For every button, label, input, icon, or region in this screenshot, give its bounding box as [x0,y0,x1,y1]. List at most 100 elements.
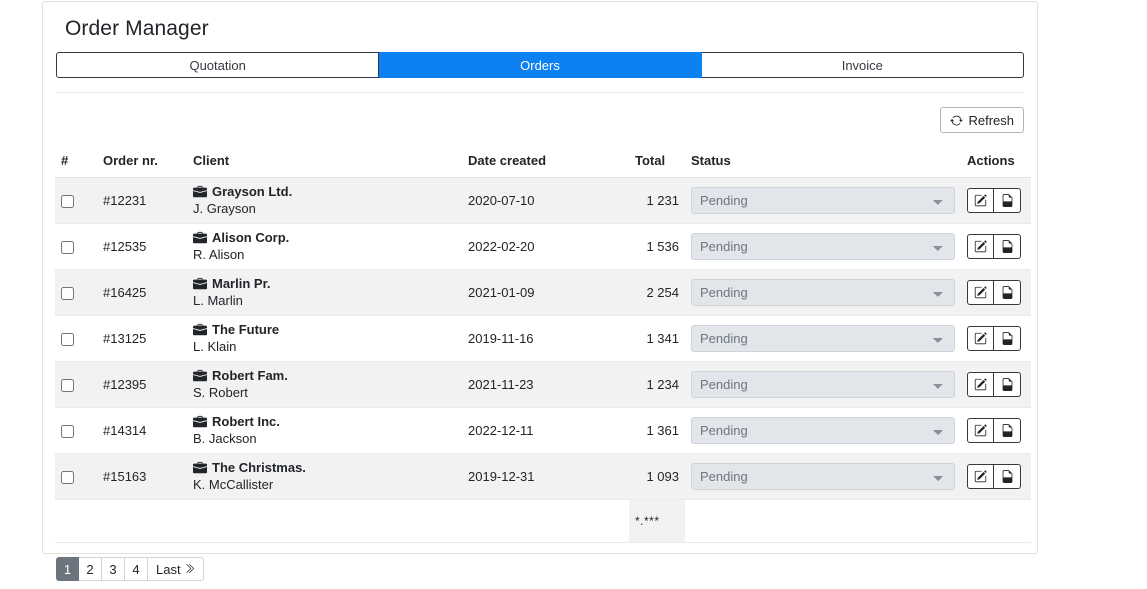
table-footer-row: *.*** [55,500,1031,543]
tab-bar: QuotationOrdersInvoice [56,52,1024,78]
client-contact: B. Jackson [193,430,456,447]
row-select-checkbox[interactable] [61,287,74,300]
table-row: #12231Grayson Ltd.J. Grayson2020-07-101 … [55,178,1031,224]
client-name-row: Marlin Pr. [193,276,456,292]
row-select-cell [55,362,97,408]
file-pdf-icon-button[interactable] [994,234,1021,259]
file-pdf-icon-button[interactable] [994,418,1021,443]
status-cell: PendingProcessingShippedDeliveredCancell… [685,270,961,316]
total-cell: 1 536 [629,224,685,270]
actions-cell [961,316,1031,362]
footer-spacer-date [462,500,629,543]
pagination-page-1[interactable]: 1 [56,557,79,581]
pagination-page-4[interactable]: 4 [125,557,148,581]
file-pdf-icon-button[interactable] [994,464,1021,489]
refresh-button[interactable]: Refresh [940,107,1024,133]
status-cell: PendingProcessingShippedDeliveredCancell… [685,178,961,224]
client-name: The Christmas. [212,460,306,476]
actions-cell [961,408,1031,454]
client-name-row: Robert Inc. [193,414,456,430]
edit-icon-button[interactable] [967,372,994,397]
status-select[interactable]: PendingProcessingShippedDeliveredCancell… [691,417,955,444]
date-created-cell: 2021-11-23 [462,362,629,408]
table-row: #14314Robert Inc.B. Jackson2022-12-111 3… [55,408,1031,454]
status-cell: PendingProcessingShippedDeliveredCancell… [685,454,961,500]
status-select[interactable]: PendingProcessingShippedDeliveredCancell… [691,187,955,214]
client-cell: The FutureL. Klain [187,316,462,362]
status-select[interactable]: PendingProcessingShippedDeliveredCancell… [691,371,955,398]
client-cell: Marlin Pr.L. Marlin [187,270,462,316]
table-row: #12535Alison Corp.R. Alison2022-02-201 5… [55,224,1031,270]
row-select-checkbox[interactable] [61,471,74,484]
footer-total-value: *.*** [629,500,685,543]
client-name: The Future [212,322,279,338]
orders-table: # Order nr. Client Date created Total St… [55,149,1031,543]
header-actions: Actions [961,149,1031,178]
total-cell: 1 093 [629,454,685,500]
status-cell: PendingProcessingShippedDeliveredCancell… [685,362,961,408]
header-index: # [55,149,97,178]
status-select[interactable]: PendingProcessingShippedDeliveredCancell… [691,463,955,490]
client-contact: L. Klain [193,338,456,355]
briefcase-icon [193,277,207,291]
table-row: #13125The FutureL. Klain2019-11-161 341P… [55,316,1031,362]
actions-cell [961,270,1031,316]
status-select[interactable]: PendingProcessingShippedDeliveredCancell… [691,279,955,306]
row-select-cell [55,270,97,316]
file-pdf-icon-button[interactable] [994,372,1021,397]
row-action-group [967,372,1021,397]
order-number-cell: #16425 [97,270,187,316]
pagination-page-3[interactable]: 3 [102,557,125,581]
row-action-group [967,418,1021,443]
row-select-cell [55,224,97,270]
status-cell: PendingProcessingShippedDeliveredCancell… [685,408,961,454]
file-pdf-icon-button[interactable] [994,326,1021,351]
edit-icon-button[interactable] [967,418,994,443]
file-pdf-icon-button[interactable] [994,188,1021,213]
order-number-cell: #13125 [97,316,187,362]
footer-spacer-actions [961,500,1031,543]
toolbar: Refresh [56,107,1024,133]
status-select[interactable]: PendingProcessingShippedDeliveredCancell… [691,325,955,352]
header-total: Total [629,149,685,178]
actions-cell [961,454,1031,500]
client-name-row: Robert Fam. [193,368,456,384]
pagination-last[interactable]: Last [148,557,204,581]
status-select[interactable]: PendingProcessingShippedDeliveredCancell… [691,233,955,260]
tab-quotation[interactable]: Quotation [56,52,379,78]
edit-icon-button[interactable] [967,464,994,489]
row-select-cell [55,454,97,500]
client-contact: L. Marlin [193,292,456,309]
tab-orders[interactable]: Orders [379,52,701,78]
edit-icon-button[interactable] [967,280,994,305]
tab-separator [56,92,1024,93]
row-select-checkbox[interactable] [61,379,74,392]
edit-icon-button[interactable] [967,188,994,213]
client-name-row: The Christmas. [193,460,456,476]
edit-icon-button[interactable] [967,326,994,351]
file-pdf-icon-button[interactable] [994,280,1021,305]
row-select-checkbox[interactable] [61,241,74,254]
row-select-checkbox[interactable] [61,195,74,208]
pagination-page-2[interactable]: 2 [79,557,102,581]
date-created-cell: 2022-02-20 [462,224,629,270]
date-created-cell: 2020-07-10 [462,178,629,224]
row-select-checkbox[interactable] [61,333,74,346]
tab-invoice[interactable]: Invoice [702,52,1024,78]
status-cell: PendingProcessingShippedDeliveredCancell… [685,224,961,270]
order-number-cell: #14314 [97,408,187,454]
client-cell: Robert Inc.B. Jackson [187,408,462,454]
status-cell: PendingProcessingShippedDeliveredCancell… [685,316,961,362]
row-action-group [967,280,1021,305]
footer-spacer-status [685,500,961,543]
date-created-cell: 2019-11-16 [462,316,629,362]
pagination-last-label: Last [156,562,181,577]
actions-cell [961,178,1031,224]
order-number-cell: #12231 [97,178,187,224]
client-cell: Robert Fam.S. Robert [187,362,462,408]
total-cell: 1 231 [629,178,685,224]
row-select-checkbox[interactable] [61,425,74,438]
edit-icon-button[interactable] [967,234,994,259]
page-root: Order Manager QuotationOrdersInvoice Ref… [0,0,1147,589]
header-status: Status [685,149,961,178]
